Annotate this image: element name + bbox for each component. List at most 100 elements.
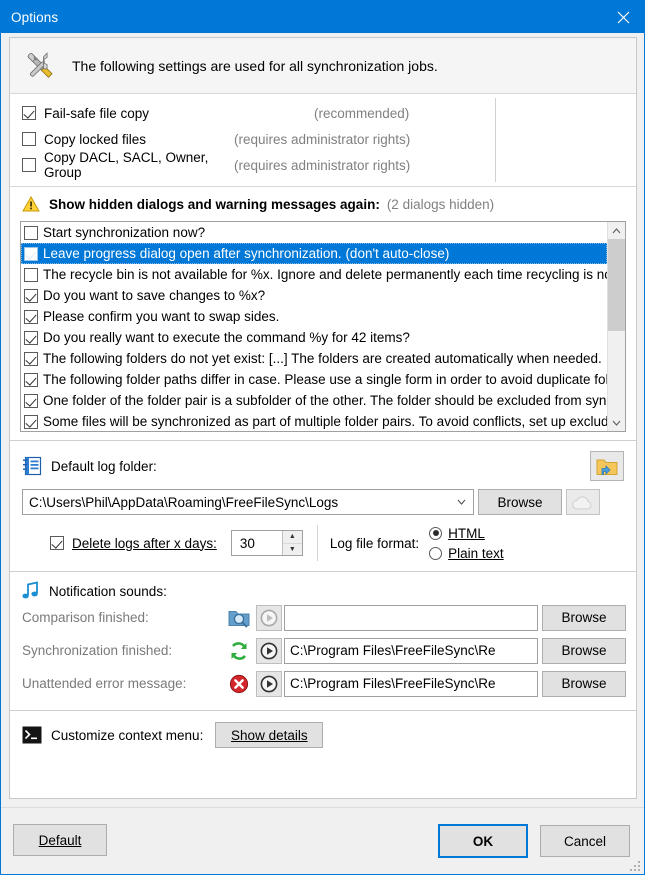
list-item-checkbox[interactable] (24, 225, 38, 240)
failsafe-file-copy-label: Fail-safe file copy (44, 105, 150, 121)
hidden-dialogs-count: (2 dialogs hidden) (386, 196, 495, 212)
log-folder-browse-label: Browse (497, 494, 543, 510)
list-item-checkbox[interactable] (24, 246, 38, 261)
log-folder-section: Default log folder: C:\Users\Phil\AppDat… (10, 441, 636, 571)
list-item-checkbox[interactable] (24, 330, 38, 345)
ok-button[interactable]: OK (438, 824, 528, 858)
copy-locked-files-checkbox[interactable] (22, 132, 36, 146)
play-sound-button[interactable] (256, 604, 282, 631)
list-item-label: The following folders do not yet exist: … (43, 351, 602, 366)
list-item[interactable]: Leave progress dialog open after synchro… (21, 243, 607, 264)
list-item-label: One folder of the folder pair is a subfo… (43, 393, 607, 408)
tools-icon (27, 51, 53, 78)
delete-logs-days-spin-buttons[interactable]: ▲ ▼ (281, 531, 302, 556)
checkbox-row-failsafe-file-copy[interactable]: Fail-safe file copy (recommended) (10, 100, 636, 126)
list-item[interactable]: The recycle bin is not available for %x.… (21, 264, 607, 285)
list-item[interactable]: Do you really want to execute the comman… (21, 327, 607, 348)
notification-sound-browse-button[interactable]: Browse (542, 604, 626, 631)
list-item[interactable]: Do you want to save changes to %x? (21, 285, 607, 306)
list-item[interactable]: Start synchronization now? (21, 222, 607, 243)
default-button[interactable]: Default (13, 824, 107, 856)
listbox-scrollbar[interactable] (607, 222, 625, 431)
log-folder-path-combo[interactable]: C:\Users\Phil\AppData\Roaming\FreeFileSy… (22, 489, 474, 515)
notification-sound-row: Unattended error message: C:\Program File… (22, 667, 626, 700)
list-item-label: Leave progress dialog open after synchro… (43, 246, 450, 261)
notification-sound-row: Comparison finished: Browse (22, 601, 626, 634)
list-item[interactable]: The following folders do not yet exist: … (21, 348, 607, 369)
notification-sound-label: Unattended error message: (22, 676, 187, 691)
notification-sound-browse-button[interactable]: Browse (542, 637, 626, 664)
header-band: The following settings are used for all … (10, 38, 636, 94)
notification-sound-path-input[interactable] (284, 604, 538, 631)
sync-arrows-icon (231, 641, 247, 660)
log-folder-open-button[interactable] (590, 451, 624, 481)
notification-sound-label: Synchronization finished: (22, 643, 173, 658)
notification-sound-browse-label: Browse (561, 610, 607, 625)
music-note-icon (22, 581, 38, 599)
context-menu-section: Customize context menu: Show details (10, 711, 636, 759)
options-dialog: Options The following settings are used … (0, 0, 645, 875)
play-sound-button[interactable] (256, 670, 282, 697)
spin-up-icon[interactable]: ▲ (282, 531, 302, 544)
log-folder-browse-button[interactable]: Browse (478, 489, 562, 515)
list-item-checkbox[interactable] (24, 267, 38, 282)
log-format-html-radio[interactable] (429, 526, 443, 540)
list-item-label: Do you want to save changes to %x? (43, 288, 266, 303)
delete-logs-days-stepper[interactable]: 30 ▲ ▼ (230, 530, 303, 556)
hidden-dialogs-listbox[interactable]: Start synchronization now? Leave progress… (20, 221, 626, 432)
list-item-checkbox[interactable] (24, 309, 38, 324)
failsafe-file-copy-checkbox[interactable] (22, 106, 36, 120)
console-icon (22, 726, 42, 744)
resize-grip-icon[interactable] (630, 861, 642, 873)
log-format-plain-text-label: Plain text (448, 545, 504, 561)
cancel-button[interactable]: Cancel (540, 825, 630, 857)
copy-dacl-sacl-checkbox[interactable] (22, 158, 36, 172)
scrollbar-thumb[interactable] (608, 239, 625, 331)
chevron-down-icon (612, 420, 621, 426)
checkbox-row-copy-locked-files[interactable]: Copy locked files (requires administrato… (10, 126, 636, 152)
show-details-button[interactable]: Show details (215, 722, 324, 748)
hidden-dialogs-list[interactable]: Start synchronization now? Leave progress… (21, 222, 607, 431)
notification-sound-browse-label: Browse (561, 643, 607, 658)
log-file-format-label: Log file format: (329, 535, 420, 551)
warning-icon (22, 196, 40, 212)
show-details-label: Show details (231, 727, 308, 743)
scroll-down-button[interactable] (608, 414, 625, 431)
title-bar: Options (1, 1, 644, 33)
scroll-up-button[interactable] (608, 222, 625, 239)
chevron-up-icon (612, 227, 621, 233)
log-format-plain-text-radio[interactable] (429, 546, 443, 560)
hidden-dialogs-header: Show hidden dialogs and warning messages… (10, 187, 636, 221)
list-item[interactable]: The following folder paths differ in cas… (21, 369, 607, 390)
log-folder-cloud-button[interactable] (566, 489, 600, 515)
options-panel: The following settings are used for all … (9, 37, 637, 799)
notification-sounds-section: Notification sounds: Comparison finished… (10, 572, 636, 710)
header-text: The following settings are used for all … (72, 57, 438, 74)
close-icon (617, 11, 629, 23)
list-item[interactable]: Some files will be synchronized as part … (21, 411, 607, 431)
notification-sound-browse-button[interactable]: Browse (542, 670, 626, 697)
spin-down-icon[interactable]: ▼ (283, 544, 302, 556)
list-item-label: Start synchronization now? (43, 225, 206, 240)
list-item-checkbox[interactable] (24, 351, 38, 366)
copy-options-divider (495, 98, 496, 182)
list-item[interactable]: One folder of the folder pair is a subfo… (21, 390, 607, 411)
radio-option-html[interactable]: HTML (429, 526, 504, 541)
copy-options-section: Fail-safe file copy (recommended) Copy l… (10, 94, 636, 186)
close-button[interactable] (600, 2, 644, 33)
list-item-checkbox[interactable] (24, 288, 38, 303)
list-item-checkbox[interactable] (24, 393, 38, 408)
combo-chevron-down-icon[interactable] (457, 490, 466, 514)
log-file-format-radiogroup: HTML Plain text (429, 526, 504, 561)
checkbox-row-copy-dacl-sacl[interactable]: Copy DACL, SACL, Owner, Group (requires … (10, 150, 636, 180)
notification-sound-path-input[interactable]: C:\Program Files\FreeFileSync\Re (284, 670, 538, 697)
delete-logs-checkbox[interactable] (50, 536, 64, 550)
window-title: Options (11, 9, 59, 25)
notification-sound-browse-label: Browse (561, 676, 607, 691)
play-sound-button[interactable] (256, 637, 282, 664)
notification-sound-path-input[interactable]: C:\Program Files\FreeFileSync\Re (284, 637, 538, 664)
radio-option-plain-text[interactable]: Plain text (429, 546, 504, 561)
list-item[interactable]: Please confirm you want to swap sides. (21, 306, 607, 327)
list-item-checkbox[interactable] (24, 414, 38, 429)
list-item-checkbox[interactable] (24, 372, 38, 387)
